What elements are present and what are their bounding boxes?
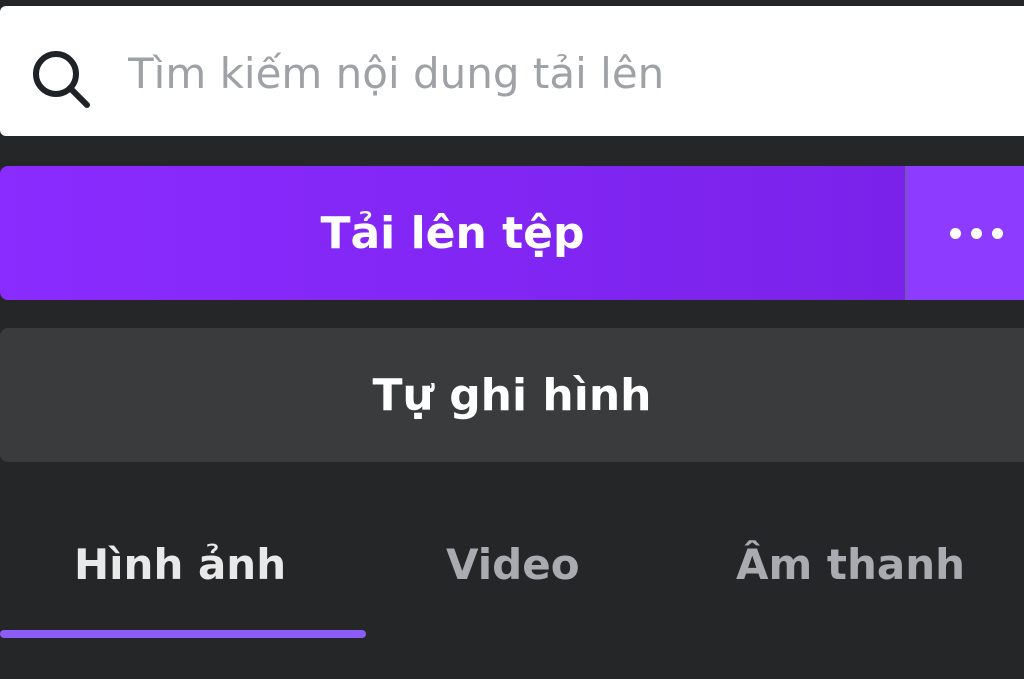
- more-horizontal-icon: [950, 227, 1003, 239]
- media-tabs: Hình ảnh Video Âm thanh: [0, 510, 1024, 650]
- record-yourself-button[interactable]: Tự ghi hình: [0, 328, 1024, 462]
- tab-video[interactable]: Video: [446, 540, 580, 589]
- search-bar[interactable]: [0, 6, 1024, 136]
- uploads-panel: Tải lên tệp Tự ghi hình Hình ảnh Video Â…: [0, 0, 1024, 679]
- tab-audio[interactable]: Âm thanh: [736, 540, 965, 589]
- upload-row: Tải lên tệp: [0, 166, 1024, 300]
- active-tab-indicator: [0, 630, 366, 638]
- search-icon: [33, 51, 90, 108]
- tab-images[interactable]: Hình ảnh: [74, 540, 286, 589]
- search-input[interactable]: [128, 36, 1008, 110]
- upload-files-button[interactable]: Tải lên tệp: [0, 166, 905, 300]
- more-options-button[interactable]: [907, 166, 1024, 300]
